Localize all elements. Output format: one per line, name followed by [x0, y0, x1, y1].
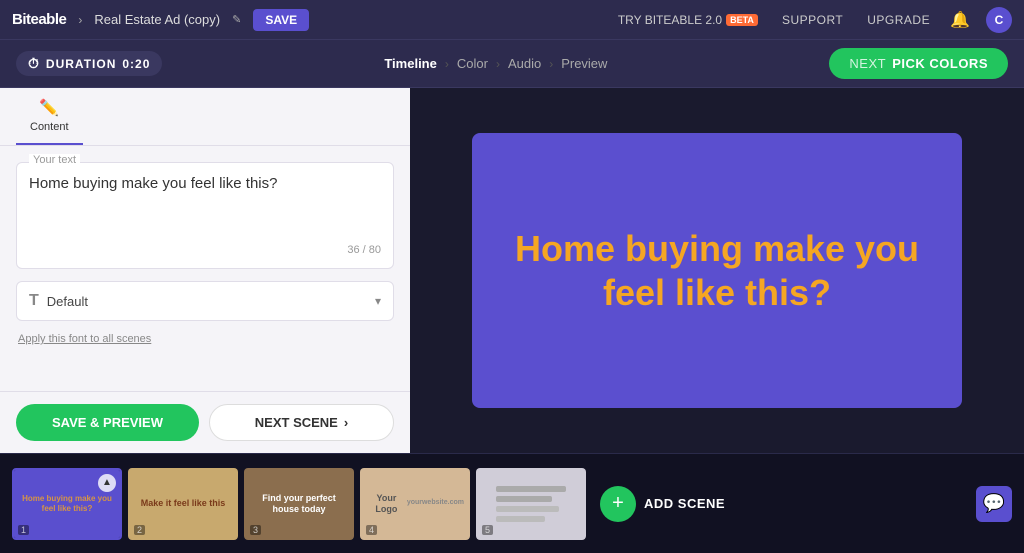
film-thumb-3[interactable]: Find your perfect house today 3: [244, 468, 354, 540]
film-num-2: 2: [134, 525, 145, 535]
film-num-4: 4: [366, 525, 377, 535]
step-audio[interactable]: Audio: [508, 56, 541, 71]
step-arrow-3: ›: [549, 57, 553, 71]
add-scene-icon: +: [600, 486, 636, 522]
next-arrow-icon: ›: [344, 415, 348, 430]
brand-logo: Biteable: [12, 11, 66, 28]
pencil-icon: ✏️: [39, 98, 59, 118]
tab-content-label: Content: [30, 121, 69, 133]
pick-colors-label: Pick colors: [892, 56, 988, 71]
font-value: Default: [47, 294, 367, 309]
duration-label: DURATION: [46, 57, 116, 71]
right-preview: Home buying make you feel like this?: [410, 88, 1024, 453]
try-biteable-label: TRY BITEABLE 2.0 BETA: [618, 13, 758, 27]
nav-chevron-icon: ›: [78, 13, 82, 27]
save-button[interactable]: SAVE: [253, 9, 309, 31]
preview-text: Home buying make you feel like this?: [472, 207, 962, 333]
text-field-group: Your text Home buying make you feel like…: [16, 162, 394, 269]
duration-value: 0:20: [122, 57, 150, 71]
step-arrow-2: ›: [496, 57, 500, 71]
step-arrow-1: ›: [445, 57, 449, 71]
film-thumb-2[interactable]: Make it feel like this 2: [128, 468, 238, 540]
next-scene-button[interactable]: NEXT SCENE ›: [209, 404, 394, 441]
step-color[interactable]: Color: [457, 56, 488, 71]
apply-font-link[interactable]: Apply this font to all scenes: [18, 333, 151, 345]
beta-badge: BETA: [726, 14, 758, 26]
font-icon: T: [29, 292, 39, 310]
timeline-bar: ⏱ DURATION 0:20 Timeline › Color › Audio…: [0, 40, 1024, 88]
next-pick-colors-button[interactable]: NeXT Pick colors: [829, 48, 1008, 79]
tab-content[interactable]: ✏️ Content: [16, 88, 83, 145]
edit-title-icon[interactable]: ✎: [232, 13, 241, 26]
chat-icon: 💬: [983, 493, 1005, 514]
your-text-input[interactable]: Home buying make you feel like this?: [29, 175, 381, 235]
film-thumb-5[interactable]: 5: [476, 468, 586, 540]
chat-button[interactable]: 💬: [976, 486, 1012, 522]
char-count: 36 / 80: [29, 244, 381, 256]
film-num-3: 3: [250, 525, 261, 535]
scroll-up-icon[interactable]: ▲: [98, 474, 116, 492]
text-field-label: Your text: [29, 154, 80, 166]
film-num-1: 1: [18, 525, 29, 535]
filmstrip: Home buying make you feel like this? ▲ 1…: [0, 453, 1024, 553]
upgrade-link[interactable]: UPGRADE: [867, 13, 930, 27]
film-thumb-4-content: Your Logoyourwebsite.com: [362, 470, 468, 538]
left-panel: ✏️ Content Your text Home buying make yo…: [0, 88, 410, 453]
step-timeline[interactable]: Timeline: [384, 56, 437, 71]
save-preview-button[interactable]: SAVE & PREVIEW: [16, 404, 199, 441]
user-avatar[interactable]: C: [986, 7, 1012, 33]
duration-badge: ⏱ DURATION 0:20: [16, 51, 162, 76]
preview-card: Home buying make you feel like this?: [472, 133, 962, 408]
notifications-icon[interactable]: 🔔: [950, 10, 970, 30]
timeline-steps: Timeline › Color › Audio › Preview: [162, 56, 829, 71]
film-thumb-1[interactable]: Home buying make you feel like this? ▲ 1: [12, 468, 122, 540]
panel-tabs: ✏️ Content: [0, 88, 410, 146]
clock-icon: ⏱: [28, 55, 40, 72]
main-content: ✏️ Content Your text Home buying make yo…: [0, 88, 1024, 453]
panel-footer: SAVE & PREVIEW NEXT SCENE ›: [0, 391, 410, 453]
add-scene-label: ADD SCENE: [644, 496, 725, 511]
film-thumb-3-content: Find your perfect house today: [246, 470, 352, 538]
font-select[interactable]: T Default ▾: [16, 281, 394, 321]
film-thumb-4[interactable]: Your Logoyourwebsite.com 4: [360, 468, 470, 540]
project-title: Real Estate Ad (copy): [94, 12, 220, 27]
panel-body: Your text Home buying make you feel like…: [0, 146, 410, 391]
film-thumb-5-content: [478, 470, 584, 538]
film-num-5: 5: [482, 525, 493, 535]
film-thumb-2-content: Make it feel like this: [130, 470, 236, 538]
next-scene-label: NEXT SCENE: [255, 415, 338, 430]
chevron-down-icon: ▾: [375, 294, 381, 308]
support-link[interactable]: SUPPORT: [782, 13, 843, 27]
add-scene-button[interactable]: + ADD SCENE: [600, 486, 725, 522]
next-label: NeXT: [849, 56, 886, 71]
step-preview[interactable]: Preview: [561, 56, 607, 71]
top-navigation: Biteable › Real Estate Ad (copy) ✎ SAVE …: [0, 0, 1024, 40]
